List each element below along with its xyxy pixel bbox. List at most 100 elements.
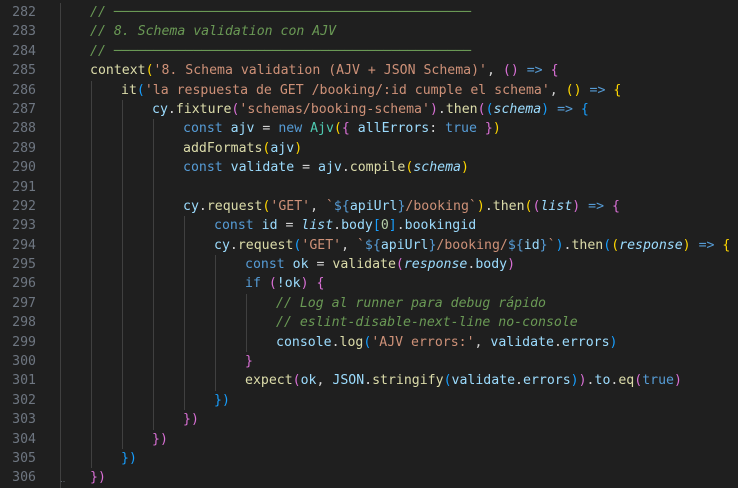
indent-guide (122, 138, 123, 159)
indent-guide (153, 235, 154, 256)
code-line[interactable]: 301 expect(ok, JSON.stringify(validate.er… (0, 371, 738, 391)
line-number: 286 (12, 82, 36, 98)
indent-guide (122, 196, 123, 217)
code-token: } (484, 121, 493, 137)
indent-guide (122, 99, 123, 120)
code-line[interactable]: 303}) (0, 410, 738, 430)
code-token: . (484, 198, 493, 214)
code-token: /booking/ (436, 237, 508, 253)
code-line[interactable]: 302}) (0, 390, 738, 411)
code-line[interactable]: 293 const id = list.body[0].bookingid (0, 216, 738, 236)
indent-guide (91, 177, 92, 197)
line-number: 290 (12, 160, 36, 176)
line-code: // ─────────────────────────────────────… (90, 42, 471, 61)
code-line[interactable]: 305}) (0, 448, 738, 469)
code-line[interactable]: 299 console.log('AJV errors:', validate.e… (0, 332, 738, 353)
code-token: it (121, 82, 137, 98)
code-token: ${ (333, 198, 350, 214)
code-line[interactable]: 292 cy.request('GET', `${apiUrl}/booking`… (0, 196, 738, 217)
code-token: . (364, 373, 373, 389)
indent-guide (60, 429, 61, 449)
line-number: 295 (12, 257, 36, 273)
code-token: }) (214, 392, 230, 408)
indent-guide (215, 332, 216, 353)
line-code: // 8. Schema validation con AJV (90, 22, 336, 41)
code-editor[interactable]: 282 // ──────────────────────────────────… (0, 3, 738, 488)
indent-guide (184, 235, 185, 256)
code-token: Ajv (310, 121, 334, 137)
code-token: = (294, 160, 319, 176)
indent-guide (122, 158, 123, 178)
code-token: , (341, 237, 357, 253)
code-token: !ok (276, 276, 301, 292)
line-code: }) (214, 391, 230, 410)
code-line[interactable]: 288 const ajv = new Ajv({ allErrors: true… (0, 119, 738, 139)
indent-guide (91, 429, 92, 449)
code-line[interactable]: 306}) (0, 468, 738, 488)
code-token: . (396, 218, 405, 234)
indent-guide (153, 293, 154, 314)
indent-guide (60, 158, 61, 178)
code-line[interactable]: 283 // 8. Schema validation con AJV (0, 22, 738, 42)
code-token: . (586, 373, 595, 389)
indent-guide (153, 216, 154, 236)
code-token: ( (603, 237, 612, 253)
code-line[interactable]: 297 // Log al runner para debug rápido (0, 293, 738, 314)
code-line[interactable]: 282 // ──────────────────────────────────… (0, 3, 738, 23)
indent-guide (184, 352, 185, 372)
code-line[interactable]: 286 it('la respuesta de GET /booking/:id … (0, 80, 738, 100)
code-line[interactable]: 291 (0, 177, 738, 197)
code-line[interactable]: 285 context('8. Schema validation (AJV + … (0, 61, 738, 81)
code-token: , (487, 63, 503, 79)
code-token: = (277, 218, 302, 234)
indent-guide (60, 22, 61, 42)
code-token: => (698, 237, 715, 253)
indent-guide (153, 274, 154, 294)
code-token: log (339, 334, 364, 350)
code-token: { (316, 276, 325, 292)
code-token: { (613, 82, 622, 98)
indent-guide (215, 352, 216, 372)
indent-guide (215, 313, 216, 333)
code-token: ok (292, 257, 309, 273)
code-token: => (588, 198, 605, 214)
code-line[interactable]: 290 const validate = ajv.compile(schema) (0, 158, 738, 178)
code-token: : (429, 121, 446, 137)
code-token: 'schemas/booking-schema' (239, 101, 430, 117)
indent-guide (153, 196, 154, 217)
code-line[interactable]: 300} (0, 352, 738, 372)
code-line[interactable]: 298 // eslint-disable-next-line no-consol… (0, 313, 738, 333)
indent-guide (122, 352, 123, 372)
code-token: ${ (364, 237, 381, 253)
code-token: schema (413, 160, 461, 176)
code-token: const (183, 121, 223, 137)
indent-guide (153, 352, 154, 372)
code-line[interactable]: 296 if (!ok) { (0, 274, 738, 294)
code-token: , (549, 82, 566, 98)
code-token: validate (490, 334, 554, 350)
indent-guide (60, 371, 61, 391)
indent-guide (60, 41, 61, 62)
indent-guide (60, 177, 61, 197)
code-line[interactable]: 287 cy.fixture('schemas/booking-schema').… (0, 99, 738, 120)
code-line[interactable]: 295 const ok = validate(response.body) (0, 255, 738, 275)
code-line[interactable]: 284 // ──────────────────────────────────… (0, 41, 738, 62)
indent-guide (91, 158, 92, 178)
code-token: expect (245, 373, 293, 389)
code-line[interactable]: 294 cy.request('GET', `${apiUrl}/booking/… (0, 235, 738, 256)
indent-guide (60, 313, 61, 333)
code-token: context (90, 63, 146, 79)
code-token: new (278, 121, 303, 137)
code-line[interactable]: 304}) (0, 429, 738, 449)
code-token: ) (555, 237, 564, 253)
indent-guide (122, 293, 123, 314)
code-token: ) (673, 373, 682, 389)
code-token: // ─────────────────────────────────────… (90, 5, 472, 20)
line-number: 306 (12, 470, 36, 486)
code-line[interactable]: 289 addFormats(ajv) (0, 138, 738, 159)
